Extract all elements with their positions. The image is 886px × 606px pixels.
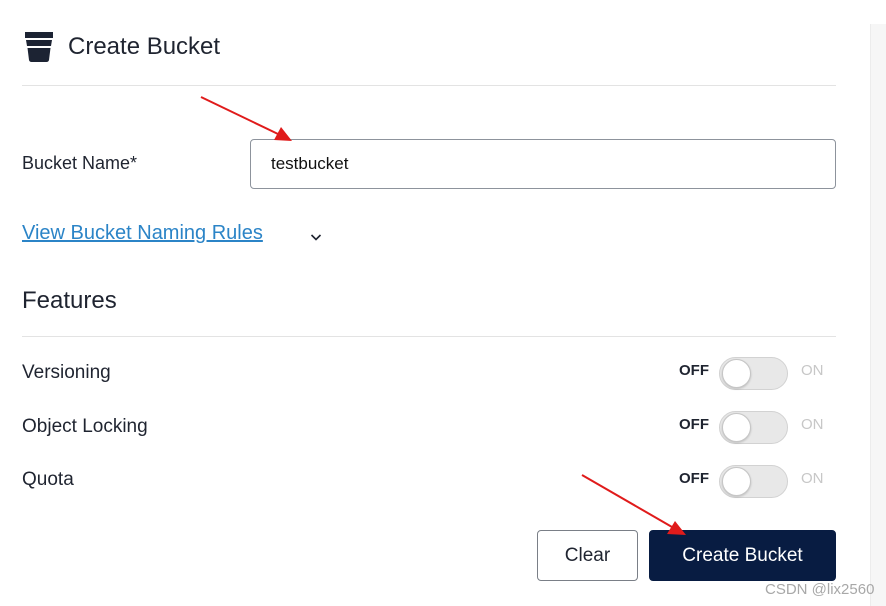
annotation-arrow [200, 96, 292, 141]
quota-off-label: OFF [679, 470, 709, 487]
clear-button[interactable]: Clear [537, 530, 638, 581]
page-header: Create Bucket [22, 25, 220, 69]
toggle-knob [722, 413, 751, 442]
object-locking-toggle[interactable] [719, 411, 788, 444]
quota-on-label: ON [801, 470, 824, 487]
chevron-down-icon[interactable] [308, 229, 324, 245]
watermark: CSDN @lix2560 [765, 581, 875, 598]
features-divider [22, 336, 836, 337]
bucket-icon [25, 32, 53, 62]
versioning-label: Versioning [22, 362, 111, 383]
create-bucket-button[interactable]: Create Bucket [649, 530, 836, 581]
versioning-on-label: ON [801, 362, 824, 379]
bucket-name-label: Bucket Name* [22, 153, 138, 173]
object-locking-on-label: ON [801, 416, 824, 433]
quota-toggle[interactable] [719, 465, 788, 498]
object-locking-label: Object Locking [22, 416, 148, 437]
toggle-knob [722, 467, 751, 496]
toggle-knob [722, 359, 751, 388]
object-locking-off-label: OFF [679, 416, 709, 433]
features-title: Features [22, 287, 117, 314]
side-panel-edge [870, 24, 886, 606]
versioning-off-label: OFF [679, 362, 709, 379]
naming-rules-link[interactable]: View Bucket Naming Rules [22, 222, 263, 245]
annotation-arrow [581, 474, 686, 535]
quota-label: Quota [22, 469, 74, 490]
page-title: Create Bucket [68, 33, 221, 60]
annotation-arrows [200, 96, 686, 535]
bucket-name-input[interactable] [250, 139, 836, 189]
versioning-toggle[interactable] [719, 357, 788, 390]
header-divider [22, 85, 836, 86]
